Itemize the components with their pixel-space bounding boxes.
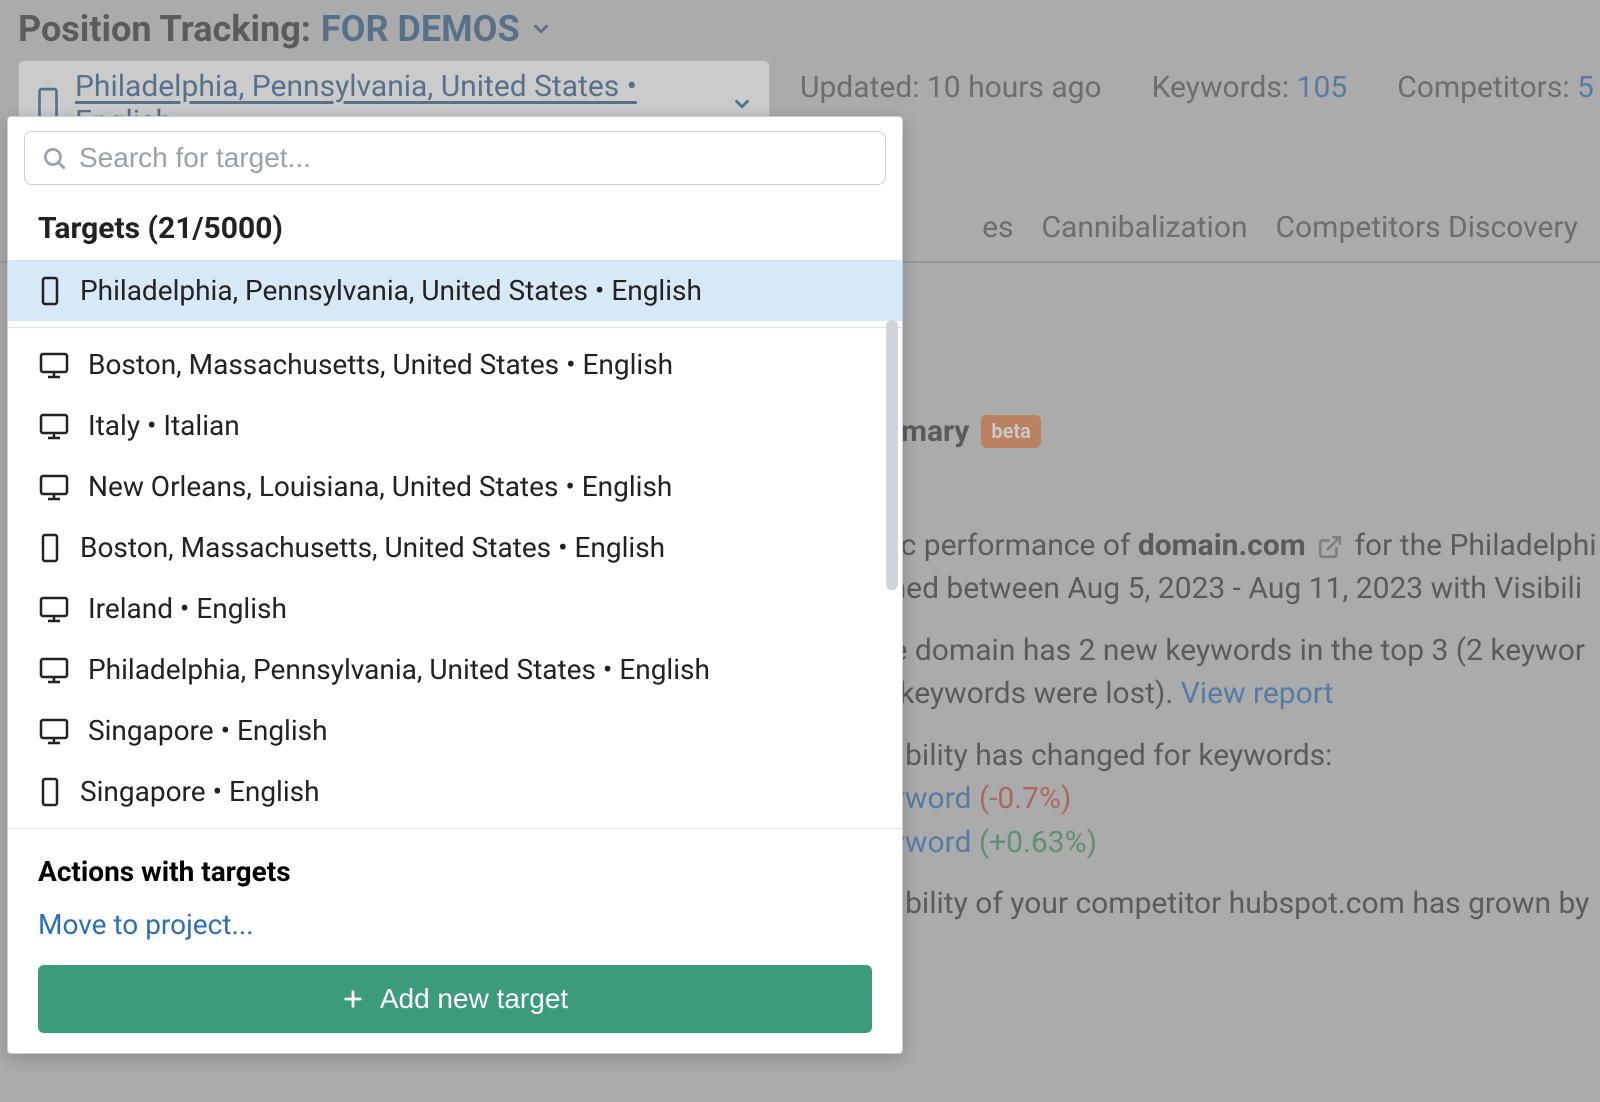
summary-domain: domain.com <box>1138 528 1306 563</box>
summary-text: isibility has changed for keywords: <box>875 738 1332 773</box>
mobile-icon <box>38 532 62 564</box>
keyword-change-negative: (-0.7%) <box>979 781 1072 816</box>
updated-label: Updated: <box>800 70 919 105</box>
target-item-label: Singapore • English <box>88 714 328 747</box>
target-item[interactable]: Ireland • English <box>8 578 902 639</box>
summary-text: for the Philadelphi <box>1355 528 1597 563</box>
targets-count-header: Targets (21/5000) <box>8 197 902 260</box>
keyword-change-positive: (+0.63%) <box>979 825 1097 860</box>
actions-header: Actions with targets <box>8 835 902 898</box>
beta-badge: beta <box>981 415 1040 448</box>
tab-competitors-discovery[interactable]: Competitors Discovery <box>1276 210 1578 245</box>
tab-pages-partial[interactable]: es <box>982 210 1013 245</box>
summary-text: isibility of your competitor hubspot.com… <box>875 886 1589 921</box>
competitors-label: Competitors: <box>1397 70 1569 105</box>
keywords-label: Keywords: <box>1152 70 1290 105</box>
updated-value: 10 hours ago <box>927 70 1102 105</box>
desktop-icon <box>38 656 70 684</box>
plus-icon <box>342 988 364 1010</box>
competitors-value: 5 <box>1577 70 1594 105</box>
summary-section: mmary beta ffic performance of domain.co… <box>875 410 1600 944</box>
chevron-down-icon <box>530 18 552 40</box>
desktop-icon <box>38 351 70 379</box>
search-icon <box>41 145 67 171</box>
target-item[interactable]: Philadelphia, Pennsylvania, United State… <box>8 260 902 321</box>
project-name: FOR DEMOS <box>321 8 520 50</box>
add-target-label: Add new target <box>380 983 568 1015</box>
divider <box>8 828 902 829</box>
chevron-down-icon <box>731 93 753 115</box>
target-item-label: Singapore • English <box>80 775 320 808</box>
summary-text: lined between Aug 5, 2023 - Aug 11, 2023… <box>875 571 1582 606</box>
summary-text: he domain has 2 new keywords in the top … <box>875 633 1585 668</box>
target-item[interactable]: Singapore • English <box>8 700 902 761</box>
page-title: Position Tracking: <box>18 8 311 50</box>
mobile-icon <box>38 776 62 808</box>
view-report-link[interactable]: View report <box>1181 676 1334 711</box>
target-item[interactable]: Singapore • English <box>8 761 902 822</box>
target-item-label: Ireland • English <box>88 592 287 625</box>
target-item[interactable]: Boston, Massachusetts, United States • E… <box>8 517 902 578</box>
target-list: Philadelphia, Pennsylvania, United State… <box>8 260 902 822</box>
desktop-icon <box>38 412 70 440</box>
target-item-label: New Orleans, Louisiana, United States • … <box>88 470 672 503</box>
divider <box>8 327 902 328</box>
target-item-label: Philadelphia, Pennsylvania, United State… <box>80 274 702 307</box>
target-dropdown: Targets (21/5000) Philadelphia, Pennsylv… <box>7 116 903 1054</box>
move-to-project-link[interactable]: Move to project... <box>8 898 902 965</box>
search-input[interactable] <box>79 142 869 174</box>
tab-cannibalization[interactable]: Cannibalization <box>1042 210 1248 245</box>
target-item[interactable]: Boston, Massachusetts, United States • E… <box>8 334 902 395</box>
target-item[interactable]: Philadelphia, Pennsylvania, United State… <box>8 639 902 700</box>
search-wrap <box>24 131 886 185</box>
add-new-target-button[interactable]: Add new target <box>38 965 872 1033</box>
scrollbar[interactable] <box>886 320 898 590</box>
summary-text: 5 keywords were lost). <box>875 676 1181 711</box>
target-item-label: Boston, Massachusetts, United States • E… <box>80 531 665 564</box>
target-item-label: Boston, Massachusetts, United States • E… <box>88 348 673 381</box>
target-item[interactable]: Italy • Italian <box>8 395 902 456</box>
target-item-label: Philadelphia, Pennsylvania, United State… <box>88 653 710 686</box>
keywords-value: 105 <box>1297 70 1348 105</box>
mobile-icon <box>38 275 62 307</box>
meta-info: Updated: 10 hours ago Keywords: 105 Comp… <box>800 70 1600 105</box>
target-item[interactable]: New Orleans, Louisiana, United States • … <box>8 456 902 517</box>
external-link-icon[interactable] <box>1317 534 1343 560</box>
project-selector[interactable]: FOR DEMOS <box>321 8 552 50</box>
summary-text: ffic performance of <box>875 528 1138 563</box>
desktop-icon <box>38 595 70 623</box>
target-item-label: Italy • Italian <box>88 409 240 442</box>
desktop-icon <box>38 473 70 501</box>
desktop-icon <box>38 717 70 745</box>
